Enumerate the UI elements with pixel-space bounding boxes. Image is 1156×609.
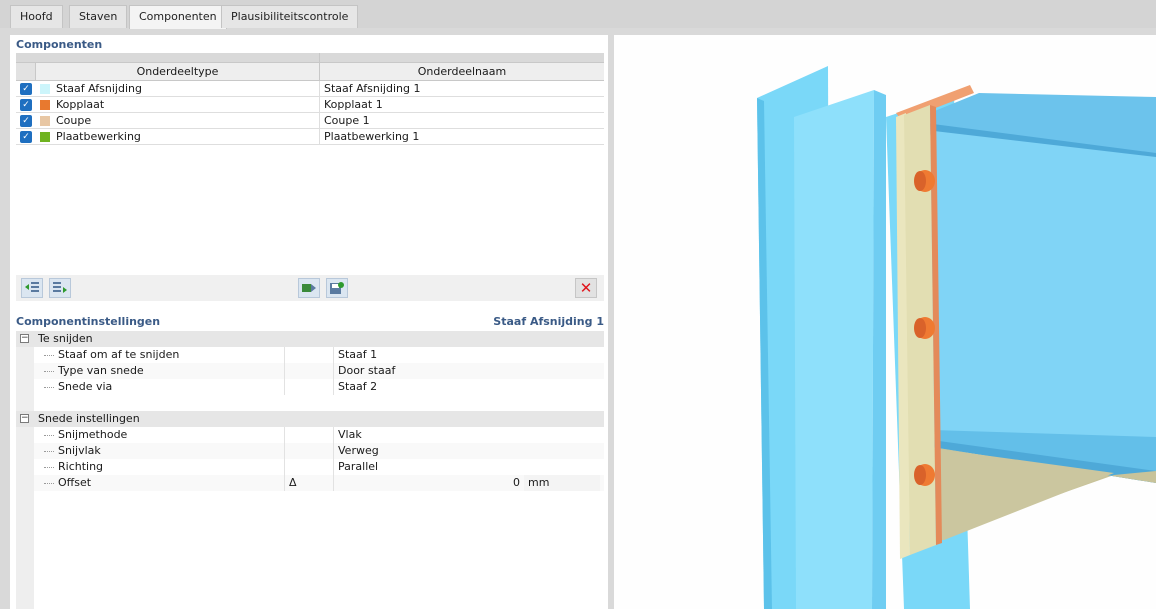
offset-unit: mm — [524, 475, 600, 491]
property-row[interactable]: Staaf om af te snijden Staaf 1 — [16, 347, 604, 363]
property-row[interactable]: Snijvlak Verweg — [16, 443, 604, 459]
property-value[interactable]: Staaf 2 — [334, 379, 524, 395]
property-row[interactable]: Type van snede Door staaf — [16, 363, 604, 379]
property-value[interactable]: Staaf 1 — [334, 347, 524, 363]
property-value[interactable]: Door staaf — [334, 363, 524, 379]
group-snede-instellingen[interactable]: − Snede instellingen — [16, 411, 604, 427]
property-row[interactable]: Snede via Staaf 2 — [16, 379, 604, 395]
3d-viewport[interactable] — [614, 35, 1156, 609]
color-swatch — [40, 131, 50, 142]
property-value[interactable]: Vlak — [334, 427, 524, 443]
row-checkbox[interactable]: ✓ — [20, 130, 32, 143]
row-type: Coupe — [56, 114, 92, 127]
components-header: Componenten — [16, 38, 103, 51]
group-te-snijden[interactable]: − Te snijden — [16, 331, 604, 347]
collapse-icon[interactable]: − — [20, 334, 29, 343]
row-name: Kopplaat 1 — [324, 97, 383, 111]
delete-icon[interactable]: ✕ — [575, 278, 597, 298]
move-left-icon[interactable] — [21, 278, 43, 298]
property-row-offset[interactable]: Offset Δ 0 mm — [16, 475, 604, 491]
move-right-icon[interactable] — [49, 278, 71, 298]
transfer-icon[interactable] — [298, 278, 320, 298]
property-value[interactable]: Parallel — [334, 459, 524, 475]
row-name: Plaatbewerking 1 — [324, 129, 420, 143]
row-checkbox[interactable]: ✓ — [20, 82, 32, 95]
tab-hoofd[interactable]: Hoofd — [10, 5, 63, 28]
offset-value[interactable]: 0 — [334, 475, 524, 491]
save-settings-icon[interactable] — [326, 278, 348, 298]
color-swatch — [40, 99, 50, 110]
tab-bar: Hoofd Staven Componenten Plausibiliteits… — [0, 0, 1156, 29]
row-type: Staaf Afsnijding — [56, 82, 142, 95]
color-swatch — [40, 115, 50, 126]
table-row[interactable]: ✓ Staaf Afsnijding Staaf Afsnijding 1 — [16, 80, 604, 97]
row-type: Plaatbewerking — [56, 130, 141, 143]
tab-plausibiliteitscontrole[interactable]: Plausibiliteitscontrole — [221, 5, 359, 28]
column-web-edge — [872, 90, 886, 609]
row-name: Staaf Afsnijding 1 — [324, 81, 421, 95]
tab-staven[interactable]: Staven — [69, 5, 128, 28]
table-row[interactable]: ✓ Coupe Coupe 1 — [16, 112, 604, 129]
components-table: Onderdeeltype Onderdeelnaam ✓ Staaf Afsn… — [16, 53, 604, 145]
row-name: Coupe 1 — [324, 113, 370, 127]
column-onderdeeltype[interactable]: Onderdeeltype — [36, 63, 320, 80]
tab-componenten[interactable]: Componenten — [129, 5, 227, 29]
color-swatch — [40, 83, 50, 94]
settings-header: Componentinstellingen — [16, 315, 161, 328]
property-row[interactable]: Richting Parallel — [16, 459, 604, 475]
column-web — [794, 90, 874, 609]
settings-panel: Staaf Afsnijding 1 − Te snijden Staaf om… — [16, 315, 604, 491]
property-value[interactable]: Verweg — [334, 443, 524, 459]
selected-component-title: Staaf Afsnijding 1 — [493, 315, 604, 328]
table-row[interactable]: ✓ Kopplaat Kopplaat 1 — [16, 96, 604, 113]
beam-web — [934, 131, 1156, 445]
row-checkbox[interactable]: ✓ — [20, 114, 32, 127]
table-row[interactable]: ✓ Plaatbewerking Plaatbewerking 1 — [16, 128, 604, 145]
components-toolbar: ✕ — [16, 275, 604, 301]
left-panel: Componenten Onderdeeltype Onderdeelnaam … — [10, 35, 608, 609]
table-header: Onderdeeltype Onderdeelnaam — [16, 63, 604, 81]
delta-symbol: Δ — [284, 475, 334, 491]
connection-model — [757, 66, 1156, 609]
collapse-icon[interactable]: − — [20, 414, 29, 423]
property-row[interactable]: Snijmethode Vlak — [16, 427, 604, 443]
column-onderdeelnaam[interactable]: Onderdeelnaam — [320, 63, 604, 80]
row-type: Kopplaat — [56, 98, 105, 111]
row-checkbox[interactable]: ✓ — [20, 98, 32, 111]
